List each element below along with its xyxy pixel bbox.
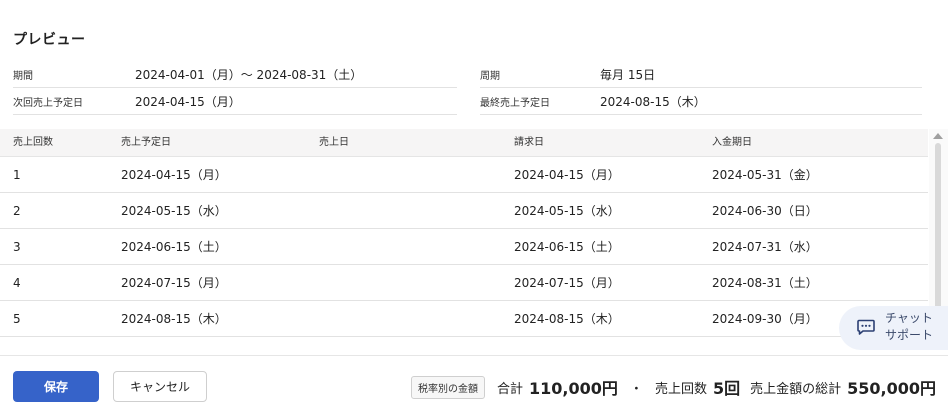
period-label: 期間 bbox=[13, 71, 33, 82]
header-payment-due: 入金期日 bbox=[712, 137, 752, 148]
cell-invoice-date: 2024-08-15（木） bbox=[514, 312, 620, 326]
cell-planned-date: 2024-04-15（月） bbox=[121, 168, 227, 182]
table-header: 売上回数 売上予定日 売上日 請求日 入金期日 bbox=[0, 129, 928, 157]
cell-sale-count: 2 bbox=[13, 204, 21, 218]
sale-count-label: 売上回数 bbox=[654, 381, 707, 397]
chat-label-line2: サポート bbox=[885, 328, 934, 342]
cell-planned-date: 2024-08-15（木） bbox=[121, 312, 227, 326]
next-sale-label: 次回売上予定日 bbox=[13, 98, 83, 109]
table-row: 4 2024-07-15（月） 2024-07-15（月） 2024-08-31… bbox=[0, 265, 928, 301]
table-body: 1 2024-04-15（月） 2024-04-15（月） 2024-05-31… bbox=[0, 157, 928, 337]
grand-total-label: 売上金額の総計 bbox=[750, 381, 842, 397]
summary-next-sale: 次回売上予定日 2024-04-15（月） bbox=[13, 89, 457, 115]
cell-invoice-date: 2024-07-15（月） bbox=[514, 276, 620, 290]
chat-label: チャット サポート bbox=[885, 310, 933, 344]
table-row: 1 2024-04-15（月） 2024-04-15（月） 2024-05-31… bbox=[0, 157, 928, 193]
header-invoice-date: 請求日 bbox=[514, 137, 544, 148]
scroll-up-arrow-icon[interactable] bbox=[933, 133, 943, 139]
page-title: プレビュー bbox=[13, 32, 86, 48]
period-value: 2024-04-01（月）～ 2024-08-31（土） bbox=[135, 68, 363, 82]
last-sale-label: 最終売上予定日 bbox=[480, 98, 550, 109]
header-sale-date: 売上日 bbox=[319, 137, 349, 148]
summary-last-sale: 最終売上予定日 2024-08-15（木） bbox=[480, 89, 922, 115]
table-row: 5 2024-08-15（木） 2024-08-15（木） 2024-09-30… bbox=[0, 301, 928, 337]
cell-planned-date: 2024-05-15（水） bbox=[121, 204, 227, 218]
cell-payment-due: 2024-05-31（金） bbox=[712, 168, 818, 182]
scrollbar-thumb[interactable] bbox=[935, 143, 941, 323]
cell-invoice-date: 2024-04-15（月） bbox=[514, 168, 620, 182]
cell-payment-due: 2024-06-30（日） bbox=[712, 204, 818, 218]
totals-bar: 税率別の金額 合計 110,000円 ・ 売上回数 5回 売上金額の総計 550… bbox=[411, 373, 936, 401]
table-row: 2 2024-05-15（水） 2024-05-15（水） 2024-06-30… bbox=[0, 193, 928, 229]
summary-cycle: 周期 毎月 15日 bbox=[480, 62, 922, 88]
cycle-value: 毎月 15日 bbox=[600, 68, 656, 82]
total-label: 合計 bbox=[497, 381, 524, 397]
schedule-summary: 期間 2024-04-01（月）～ 2024-08-31（土） 周期 毎月 15… bbox=[0, 62, 948, 116]
cell-planned-date: 2024-07-15（月） bbox=[121, 276, 227, 290]
cell-payment-due: 2024-09-30（月） bbox=[712, 312, 818, 326]
separator-dot: ・ bbox=[629, 381, 643, 397]
chat-bubble-icon bbox=[857, 319, 875, 335]
cell-payment-due: 2024-08-31（土） bbox=[712, 276, 818, 290]
cell-sale-count: 3 bbox=[13, 240, 21, 254]
cell-sale-count: 1 bbox=[13, 168, 21, 182]
cell-planned-date: 2024-06-15（土） bbox=[121, 240, 227, 254]
header-planned-date: 売上予定日 bbox=[121, 137, 171, 148]
tax-rate-amounts-badge[interactable]: 税率別の金額 bbox=[411, 375, 486, 399]
total-value: 110,000円 bbox=[529, 379, 618, 398]
summary-period: 期間 2024-04-01（月）～ 2024-08-31（土） bbox=[13, 62, 457, 88]
footer-divider bbox=[0, 355, 948, 356]
cell-invoice-date: 2024-05-15（水） bbox=[514, 204, 620, 218]
schedule-table: 売上回数 売上予定日 売上日 請求日 入金期日 1 2024-04-15（月） … bbox=[0, 129, 928, 337]
cancel-button[interactable]: キャンセル bbox=[113, 371, 207, 402]
save-button[interactable]: 保存 bbox=[13, 371, 99, 402]
cell-invoice-date: 2024-06-15（土） bbox=[514, 240, 620, 254]
grand-total-value: 550,000円 bbox=[847, 379, 936, 398]
chat-label-line1: チャット bbox=[885, 311, 933, 325]
last-sale-value: 2024-08-15（木） bbox=[600, 95, 706, 109]
cell-sale-count: 5 bbox=[13, 312, 21, 326]
header-sale-count: 売上回数 bbox=[13, 137, 53, 148]
sale-count-value: 5回 bbox=[712, 379, 741, 398]
cell-payment-due: 2024-07-31（水） bbox=[712, 240, 818, 254]
cell-sale-count: 4 bbox=[13, 276, 21, 290]
chat-support-button[interactable]: チャット サポート bbox=[839, 306, 948, 350]
table-row: 3 2024-06-15（土） 2024-06-15（土） 2024-07-31… bbox=[0, 229, 928, 265]
cycle-label: 周期 bbox=[480, 71, 500, 82]
next-sale-value: 2024-04-15（月） bbox=[135, 95, 241, 109]
